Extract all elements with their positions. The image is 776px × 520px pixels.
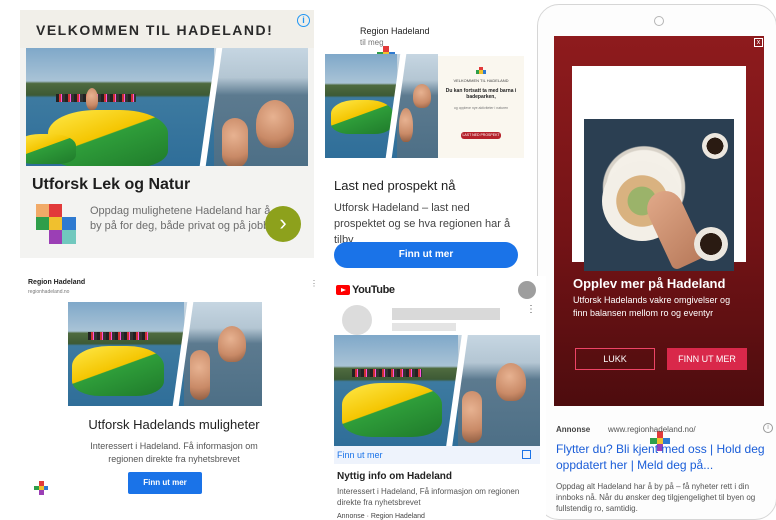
muligheter-description: Interessert i Hadeland. Få informasjon o…: [90, 441, 258, 464]
ad-label: Annonse: [556, 425, 591, 434]
lukk-button[interactable]: LUKK: [575, 348, 655, 370]
inner-ad-button[interactable]: LAST NED PROSPEKT: [461, 132, 501, 139]
post-meta: til meg: [360, 38, 384, 47]
advertiser-url: regionhadeland.no: [28, 289, 70, 295]
advertiser-name: Region Hadeland: [28, 279, 86, 286]
ad-attribution: Annonse · Region Hadeland: [337, 513, 425, 520]
finn-ut-mer-link[interactable]: Finn ut mer: [337, 450, 383, 460]
youtube-wordmark: YouTube: [352, 284, 395, 296]
region-logo: [36, 204, 76, 244]
inner-ad-card: VELKOMMEN TIL HADELAND Du kan fortsatt t…: [438, 56, 524, 158]
channel-avatar-placeholder: [342, 305, 372, 335]
info-icon[interactable]: i: [297, 14, 310, 27]
more-options-icon[interactable]: ⋮: [310, 279, 318, 288]
interstitial-subtitle: Utforsk Hadelands vakre omgivelser og fi…: [573, 295, 731, 318]
youtube-ad-description: Interessert i Hadeland, Få informasjon o…: [337, 487, 520, 507]
subtitle-placeholder: [392, 323, 456, 331]
finn-ut-mer-button[interactable]: Finn ut mer: [334, 242, 518, 268]
phone-camera: [654, 16, 664, 26]
youtube-logo-icon: [336, 285, 350, 295]
ad-title: Utforsk Lek og Natur: [32, 176, 191, 193]
avatar[interactable]: [518, 281, 536, 299]
banner-title: VELKOMMEN TIL HADELAND!: [36, 22, 274, 38]
region-logo-tiny: [34, 481, 49, 495]
advertiser-name: Region Hadeland: [360, 26, 430, 36]
inner-ad-headline: Du kan fortsatt ta med barna i badeparke…: [445, 88, 517, 100]
region-logo-mini: [476, 67, 486, 77]
prospekt-description: Utforsk Hadeland – last ned prospektet o…: [334, 202, 511, 246]
more-options-icon[interactable]: ⋮: [526, 304, 536, 315]
interstitial-title: Opplev mer på Hadeland: [573, 276, 726, 291]
chevron-right-icon[interactable]: ›: [265, 206, 301, 242]
external-link-icon[interactable]: [522, 450, 531, 459]
info-icon[interactable]: i: [763, 423, 773, 433]
search-ad-body: Oppdag alt Hadeland har å by på – få nyh…: [556, 482, 756, 513]
ad-url[interactable]: www.regionhadeland.no/: [608, 425, 696, 434]
food-photo: [584, 119, 734, 271]
prospekt-photo: [325, 54, 438, 158]
muligheter-title: Utforsk Hadelands muligheter: [88, 417, 260, 432]
inner-ad-body: og oppleve nye aktiviteter i naturen: [453, 106, 509, 110]
inner-ad-label: VELKOMMEN TIL HADELAND: [453, 78, 509, 83]
prospekt-heading: Last ned prospekt nå: [334, 178, 456, 193]
hero-photo: [26, 48, 308, 166]
youtube-ad-photo: [334, 335, 540, 446]
finn-ut-mer-button[interactable]: Finn ut mer: [128, 472, 202, 494]
ad-description: Oppdag mulighetene Hadeland har å by på …: [90, 205, 273, 232]
youtube-ad-title: Nyttig info om Hadeland: [337, 471, 452, 482]
finn-ut-mer-red-button[interactable]: FINN UT MER: [667, 348, 747, 370]
muligheter-photo: [68, 302, 262, 406]
search-ad-headline-link[interactable]: Flytter du? Bli kjent med oss | Hold deg…: [556, 441, 774, 473]
close-icon[interactable]: x: [754, 38, 763, 47]
title-placeholder: [392, 308, 500, 320]
